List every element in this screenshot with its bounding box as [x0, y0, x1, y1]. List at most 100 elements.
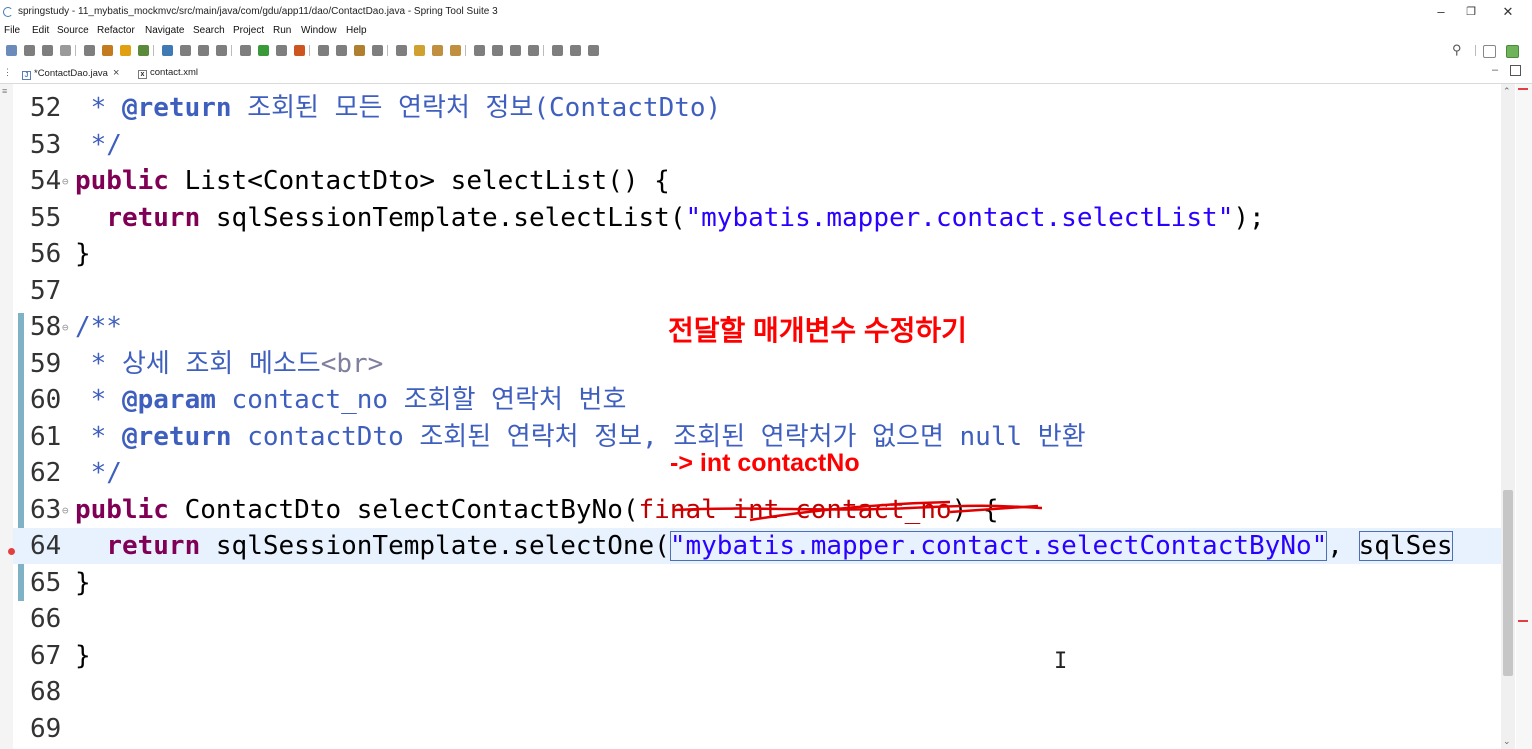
toolbar-icon[interactable]: [276, 45, 287, 56]
tab-label: *ContactDao.java: [34, 68, 108, 79]
toolbar-icon[interactable]: [474, 45, 485, 56]
close-tab-icon[interactable]: ×: [113, 67, 119, 79]
code-line[interactable]: 69: [13, 711, 1501, 747]
toolbar-icon[interactable]: [138, 45, 149, 56]
code-line[interactable]: 54 ⊖ public List<ContactDto> selectList() …: [13, 163, 1501, 199]
code-text: }: [75, 565, 91, 601]
code-editor[interactable]: 52 * @return 조회된 모든 연락처 정보(ContactDto) 53…: [13, 84, 1501, 749]
open-perspective-icon[interactable]: [1483, 45, 1496, 58]
annotation-heading: 전달할 매개변수 수정하기: [668, 315, 967, 346]
view-menu-icon[interactable]: ⋮: [3, 67, 12, 78]
menu-source[interactable]: Source: [57, 25, 89, 36]
toolbar-icon[interactable]: [294, 45, 305, 56]
toolbar-icon[interactable]: [162, 45, 173, 56]
code-line[interactable]: 68: [13, 674, 1501, 710]
toolbar-icon[interactable]: [432, 45, 443, 56]
error-marker-icon[interactable]: [8, 548, 15, 555]
tab-contact-dao-java[interactable]: J *ContactDao.java ×: [22, 65, 120, 81]
toolbar-icon[interactable]: [120, 45, 131, 56]
menu-file[interactable]: File: [4, 25, 20, 36]
toolbar-icon[interactable]: [60, 45, 71, 56]
toolbar-icon[interactable]: [528, 45, 539, 56]
fold-toggle-icon[interactable]: ⊖: [62, 164, 69, 200]
scrollbar-thumb[interactable]: [1503, 490, 1513, 676]
code-line[interactable]: 66: [13, 601, 1501, 637]
toolbar-icon[interactable]: [414, 45, 425, 56]
menu-edit[interactable]: Edit: [32, 25, 49, 36]
code-line[interactable]: 55 return sqlSessionTemplate.selectList(…: [13, 200, 1501, 236]
toolbar-icon[interactable]: [198, 45, 209, 56]
code-text: */: [75, 455, 122, 491]
code-line[interactable]: 57: [13, 273, 1501, 309]
code-line[interactable]: 59 * 상세 조회 메소드<br>: [13, 346, 1501, 382]
line-number: 59: [30, 348, 62, 379]
toolbar-icon[interactable]: [396, 45, 407, 56]
code-line[interactable]: 67}: [13, 638, 1501, 674]
overview-error-mark[interactable]: [1518, 88, 1528, 90]
code-line[interactable]: 65}: [13, 565, 1501, 601]
code-token: *: [75, 93, 122, 123]
toolbar-icon[interactable]: [318, 45, 329, 56]
toolbar-icon[interactable]: [336, 45, 347, 56]
maximize-editor-icon[interactable]: [1510, 65, 1521, 76]
code-line[interactable]: 64 return sqlSessionTemplate.selectOne("…: [13, 528, 1501, 564]
toolbar-icon[interactable]: [450, 45, 461, 56]
toolbar-icon[interactable]: [84, 45, 95, 56]
fold-toggle-icon[interactable]: ⊖: [62, 310, 69, 346]
code-token: */: [75, 458, 122, 488]
toolbar-icon[interactable]: [180, 45, 191, 56]
code-line[interactable]: 52 * @return 조회된 모든 연락처 정보(ContactDto): [13, 90, 1501, 126]
toolbar-icon[interactable]: [492, 45, 503, 56]
close-window-button[interactable]: ✕: [1490, 3, 1526, 21]
line-number: 58: [30, 312, 62, 342]
perspective-icon[interactable]: [1506, 45, 1519, 58]
strike-scribble: [673, 500, 1043, 522]
code-token: @param: [121, 385, 216, 415]
code-text: * @param contact_no 조회할 연락처 번호: [75, 382, 627, 418]
scroll-up-icon[interactable]: ⌃: [1503, 86, 1511, 97]
toolbar-icon[interactable]: [24, 45, 35, 56]
tab-contact-xml[interactable]: x contact.xml: [138, 65, 198, 81]
toolbar-icon[interactable]: [42, 45, 53, 56]
menu-refactor[interactable]: Refactor: [97, 25, 135, 36]
overview-error-mark[interactable]: [1518, 620, 1528, 622]
code-token: contactDto 조회된 연락처 정보, 조회된 연락처가 없으면 null…: [231, 421, 1086, 452]
toolbar-icon[interactable]: [6, 45, 17, 56]
scroll-down-icon[interactable]: ⌄: [1503, 736, 1511, 747]
menu-help[interactable]: Help: [346, 25, 367, 36]
code-line[interactable]: 60 * @param contact_no 조회할 연락처 번호: [13, 382, 1501, 418]
minimize-editor-icon[interactable]: –: [1492, 64, 1498, 76]
toolbar-icon[interactable]: [216, 45, 227, 56]
code-token: "mybatis.mapper.contact.selectContactByN…: [669, 531, 1328, 561]
code-token: contact_no 조회할 연락처 번호: [215, 385, 627, 415]
code-line[interactable]: 53 */: [13, 127, 1501, 163]
menu-run[interactable]: Run: [273, 25, 291, 36]
text-cursor-icon: I: [1054, 649, 1068, 674]
restore-button[interactable]: ❐: [1453, 3, 1489, 21]
toolbar-icon[interactable]: [354, 45, 365, 56]
menu-project[interactable]: Project: [233, 25, 264, 36]
search-icon[interactable]: ⚲: [1452, 42, 1462, 58]
fold-toggle-icon[interactable]: ⊖: [62, 493, 69, 529]
toolbar-icon[interactable]: [258, 45, 269, 56]
code-token: }: [75, 239, 91, 269]
line-number: 60: [30, 385, 62, 415]
toolbar-icon[interactable]: [570, 45, 581, 56]
code-line[interactable]: 56}: [13, 236, 1501, 272]
main-toolbar: ⚲: [0, 40, 1532, 61]
code-text: return sqlSessionTemplate.selectOne("myb…: [75, 528, 1453, 564]
xml-file-icon: x: [138, 70, 147, 79]
line-number: 64: [30, 531, 62, 561]
toolbar-icon[interactable]: [552, 45, 563, 56]
menu-navigate[interactable]: Navigate: [145, 25, 184, 36]
toolbar-icon[interactable]: [588, 45, 599, 56]
toolbar-icon[interactable]: [510, 45, 521, 56]
line-number: 68: [30, 677, 62, 707]
toolbar-icon[interactable]: [102, 45, 113, 56]
menu-window[interactable]: Window: [301, 25, 337, 36]
toolbar-icon[interactable]: [372, 45, 383, 56]
menu-search[interactable]: Search: [193, 25, 225, 36]
toolbar-icon[interactable]: [240, 45, 251, 56]
